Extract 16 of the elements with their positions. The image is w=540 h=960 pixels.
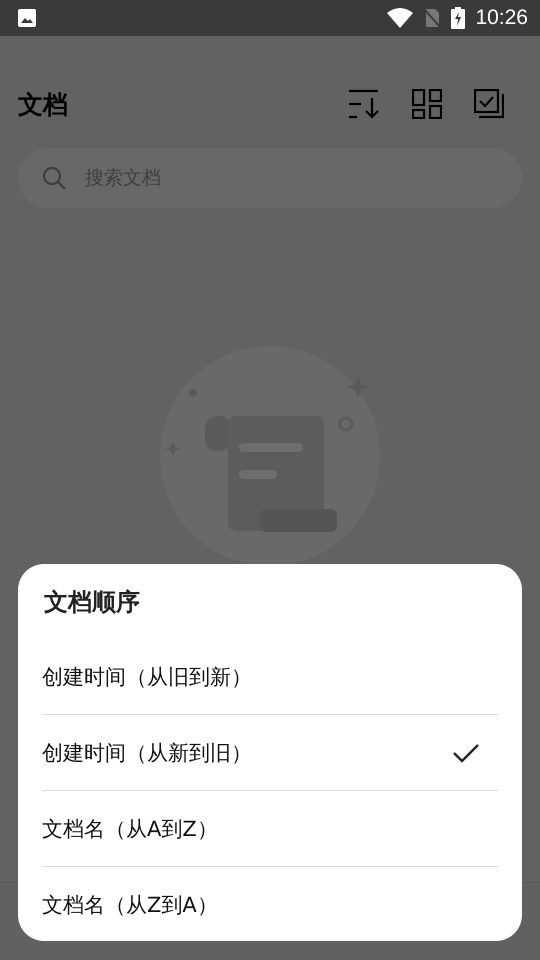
battery-charging-icon [451, 7, 466, 29]
grid-icon[interactable] [412, 89, 442, 119]
sort-option[interactable]: 创建时间（从旧到新） [42, 640, 498, 714]
sort-option[interactable]: 创建时间（从新到旧） [42, 714, 498, 790]
sort-option[interactable]: 文档名（从Z到A） [42, 866, 498, 942]
search-icon [42, 166, 66, 190]
check-icon [452, 742, 480, 764]
status-time: 10:26 [475, 6, 528, 30]
sort-option[interactable]: 文档名（从A到Z） [42, 790, 498, 866]
sheet-title: 文档顺序 [43, 587, 141, 618]
page-title: 文档 [18, 88, 68, 120]
multi-select-icon[interactable] [474, 89, 504, 119]
image-icon [17, 8, 37, 28]
no-sim-icon [423, 8, 442, 28]
sort-icon[interactable] [348, 89, 380, 119]
wifi-icon [387, 8, 414, 28]
